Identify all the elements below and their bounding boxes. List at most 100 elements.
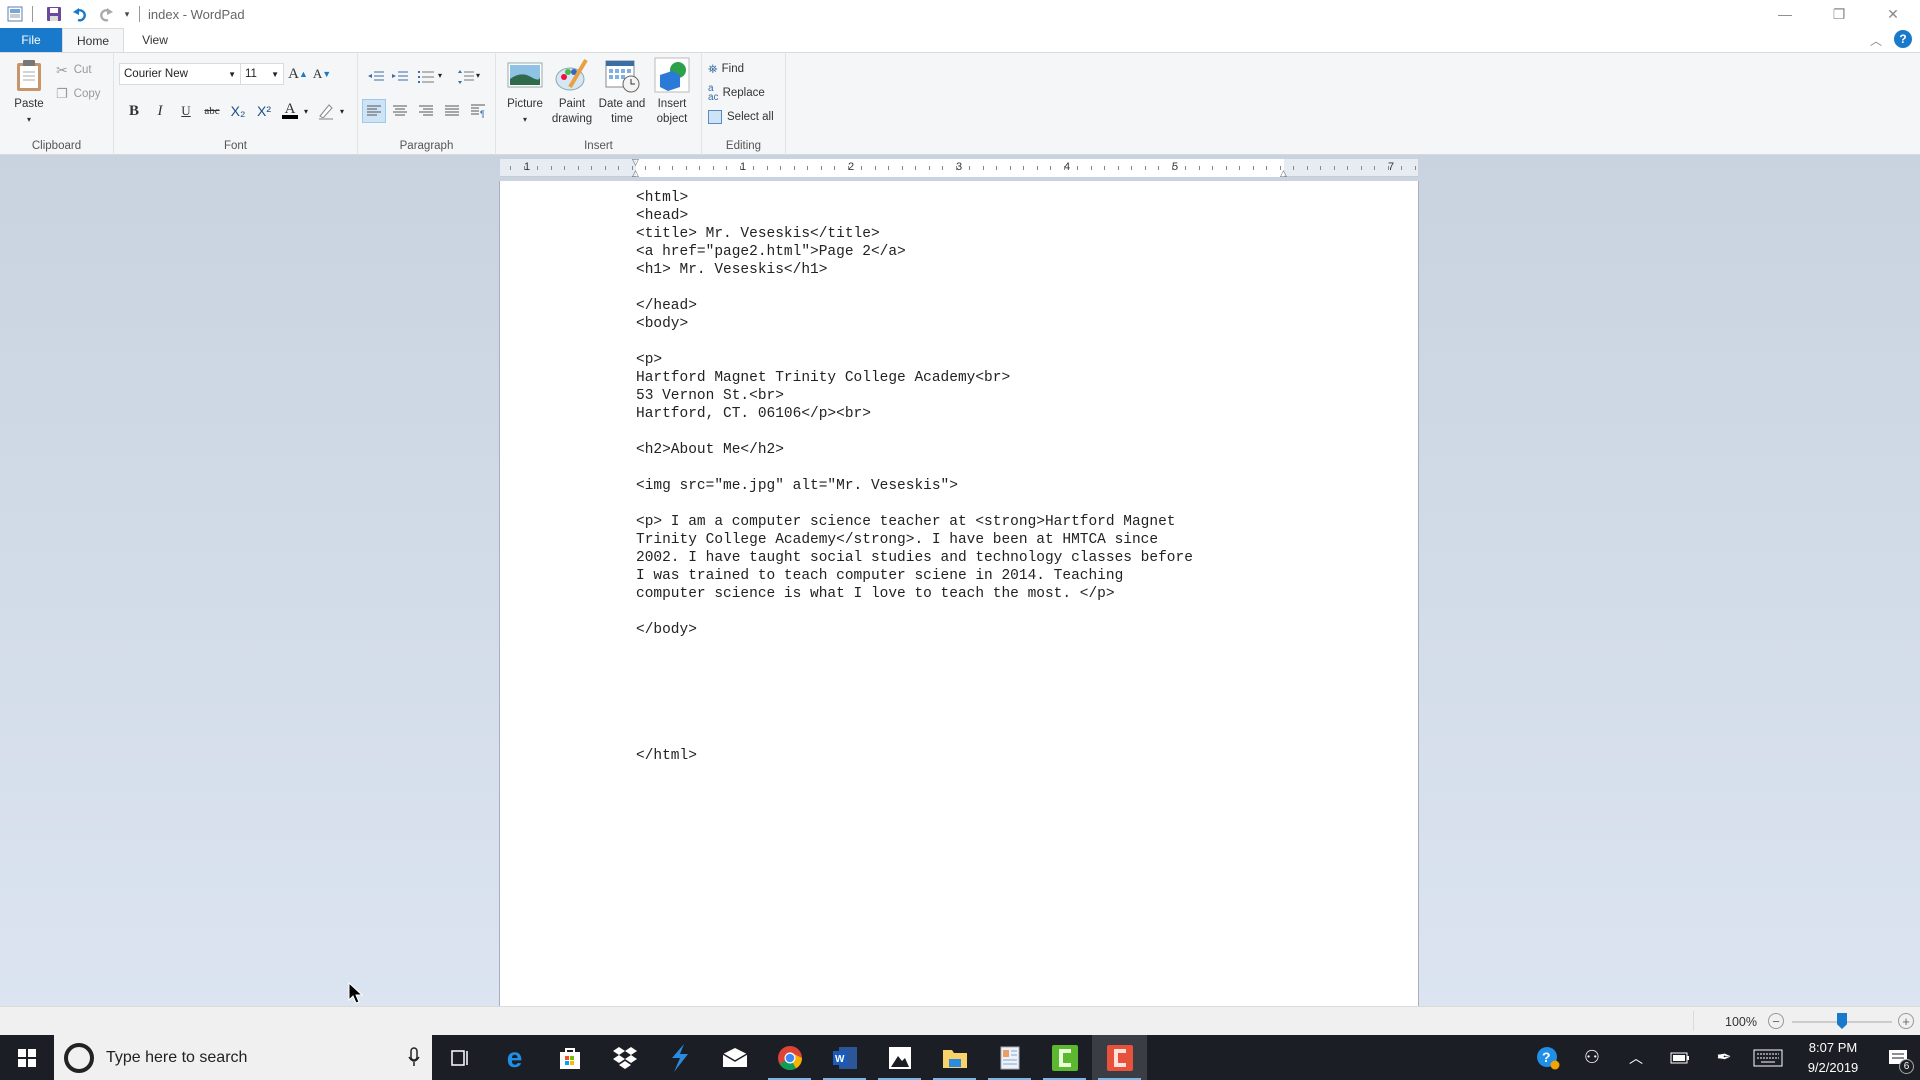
wordpad-app-icon[interactable]: [4, 3, 26, 25]
tab-home[interactable]: Home: [62, 28, 124, 52]
document-line[interactable]: [636, 657, 1193, 675]
taskbar-file-explorer[interactable]: [927, 1035, 982, 1080]
document-line[interactable]: [636, 711, 1193, 729]
underline-button[interactable]: U: [174, 99, 198, 123]
grow-font-button[interactable]: A ▲: [286, 62, 310, 86]
left-indent-marker[interactable]: △: [632, 168, 639, 179]
task-view-button[interactable]: [432, 1035, 487, 1080]
bold-button[interactable]: B: [122, 99, 146, 123]
undo-icon[interactable]: [69, 3, 91, 25]
document-line[interactable]: [636, 459, 1193, 477]
first-line-indent-marker[interactable]: ▽: [632, 157, 639, 168]
tray-battery[interactable]: [1658, 1035, 1702, 1080]
font-size-select[interactable]: 11 ▼: [240, 63, 284, 85]
strikethrough-button[interactable]: abc: [200, 99, 224, 123]
replace-button[interactable]: a ac Replace: [708, 82, 765, 104]
select-all-button[interactable]: Select all: [708, 106, 774, 128]
document-line[interactable]: [636, 495, 1193, 513]
redo-icon[interactable]: [95, 3, 117, 25]
document-line[interactable]: Trinity College Academy</strong>. I have…: [636, 531, 1193, 549]
font-family-select[interactable]: Courier New ▼: [119, 63, 241, 85]
tab-file[interactable]: File: [0, 28, 62, 52]
zoom-slider-thumb[interactable]: [1837, 1013, 1847, 1029]
clock[interactable]: 8:07 PM 9/2/2019: [1790, 1038, 1876, 1078]
document-line[interactable]: <img src="me.jpg" alt="Mr. Veseskis">: [636, 477, 1193, 495]
document-line[interactable]: <title> Mr. Veseskis</title>: [636, 225, 1193, 243]
tray-people[interactable]: ⚇: [1570, 1035, 1614, 1080]
document-line[interactable]: <p>: [636, 351, 1193, 369]
text-color-button[interactable]: A: [278, 99, 302, 123]
taskbar-wordpad[interactable]: [982, 1035, 1037, 1080]
document-line[interactable]: Hartford Magnet Trinity College Academy<…: [636, 369, 1193, 387]
taskbar-camtasia-green[interactable]: [1037, 1035, 1092, 1080]
highlight-color-button[interactable]: [314, 99, 338, 123]
customize-quick-access-icon[interactable]: ▾: [121, 3, 133, 25]
document-line[interactable]: [636, 279, 1193, 297]
tray-show-hidden[interactable]: ︿: [1614, 1035, 1658, 1080]
shrink-font-button[interactable]: A ▼: [310, 62, 334, 86]
cut-button[interactable]: ✂ Cut: [56, 59, 92, 81]
ruler[interactable]: 1 1 2 3 4 5 7 ▽ △ △: [500, 157, 1418, 179]
document-line[interactable]: <head>: [636, 207, 1193, 225]
italic-button[interactable]: I: [148, 99, 172, 123]
action-center-button[interactable]: 6: [1876, 1035, 1920, 1080]
line-spacing-icon[interactable]: [454, 65, 478, 89]
bullet-list-icon[interactable]: [414, 65, 438, 89]
taskbar-app-blue[interactable]: [652, 1035, 707, 1080]
close-button[interactable]: ✕: [1866, 0, 1920, 28]
document-line[interactable]: [636, 603, 1193, 621]
taskbar-store[interactable]: [542, 1035, 597, 1080]
document-line[interactable]: <a href="page2.html">Page 2</a>: [636, 243, 1193, 261]
paste-dropdown-icon[interactable]: ▾: [27, 112, 31, 127]
taskbar-photos[interactable]: [872, 1035, 927, 1080]
document-line[interactable]: <h2>About Me</h2>: [636, 441, 1193, 459]
increase-indent-icon[interactable]: [388, 65, 412, 89]
document-line[interactable]: I was trained to teach computer sciene i…: [636, 567, 1193, 585]
zoom-out-button[interactable]: −: [1768, 1013, 1784, 1029]
document-line[interactable]: <body>: [636, 315, 1193, 333]
document-line[interactable]: Hartford, CT. 06106</p><br>: [636, 405, 1193, 423]
tray-help[interactable]: ?: [1526, 1035, 1570, 1080]
taskbar-dropbox[interactable]: [597, 1035, 652, 1080]
insert-object-button[interactable]: Insert object: [650, 57, 694, 127]
document-line[interactable]: [636, 639, 1193, 657]
taskbar-edge[interactable]: e: [487, 1035, 542, 1080]
zoom-in-button[interactable]: +: [1898, 1013, 1914, 1029]
line-spacing-dropdown-icon[interactable]: ▾: [476, 71, 480, 80]
highlight-dropdown-icon[interactable]: ▾: [340, 107, 344, 116]
document-line[interactable]: <h1> Mr. Veseskis</h1>: [636, 261, 1193, 279]
document-line[interactable]: </head>: [636, 297, 1193, 315]
document-line[interactable]: [636, 423, 1193, 441]
document-line[interactable]: [636, 675, 1193, 693]
document-line[interactable]: 2002. I have taught social studies and t…: [636, 549, 1193, 567]
align-left-button[interactable]: [362, 99, 386, 123]
document-line[interactable]: [636, 333, 1193, 351]
document-line[interactable]: <p> I am a computer science teacher at <…: [636, 513, 1193, 531]
picture-dropdown-icon[interactable]: ▾: [523, 112, 527, 127]
restore-button[interactable]: ❐: [1812, 0, 1866, 28]
document-line[interactable]: [636, 693, 1193, 711]
copy-button[interactable]: ❐ Copy: [56, 83, 101, 105]
align-right-button[interactable]: [414, 99, 438, 123]
save-icon[interactable]: [43, 3, 65, 25]
tab-view[interactable]: View: [124, 28, 186, 52]
taskbar-search-box[interactable]: Type here to search: [54, 1035, 432, 1080]
help-icon[interactable]: ?: [1894, 30, 1912, 48]
decrease-indent-icon[interactable]: [364, 65, 388, 89]
document-line[interactable]: 53 Vernon St.<br>: [636, 387, 1193, 405]
bullet-dropdown-icon[interactable]: ▾: [438, 71, 442, 80]
paste-button[interactable]: Paste ▾: [10, 57, 48, 127]
text-color-dropdown-icon[interactable]: ▾: [304, 107, 308, 116]
document-text[interactable]: <html> <head> <title> Mr. Veseskis</title>…: [636, 189, 1193, 765]
date-and-time-button[interactable]: Date and time: [596, 57, 648, 127]
cortana-icon[interactable]: [64, 1042, 94, 1073]
document-line[interactable]: computer science is what I love to teach…: [636, 585, 1193, 603]
minimize-button[interactable]: —: [1758, 0, 1812, 28]
paragraph-settings-button[interactable]: ¶: [466, 99, 490, 123]
document-line[interactable]: [636, 729, 1193, 747]
document-line[interactable]: <html>: [636, 189, 1193, 207]
subscript-button[interactable]: X₂: [226, 99, 250, 123]
start-button[interactable]: [0, 1035, 54, 1080]
picture-button[interactable]: Picture ▾: [504, 57, 546, 127]
tray-keyboard[interactable]: [1746, 1035, 1790, 1080]
